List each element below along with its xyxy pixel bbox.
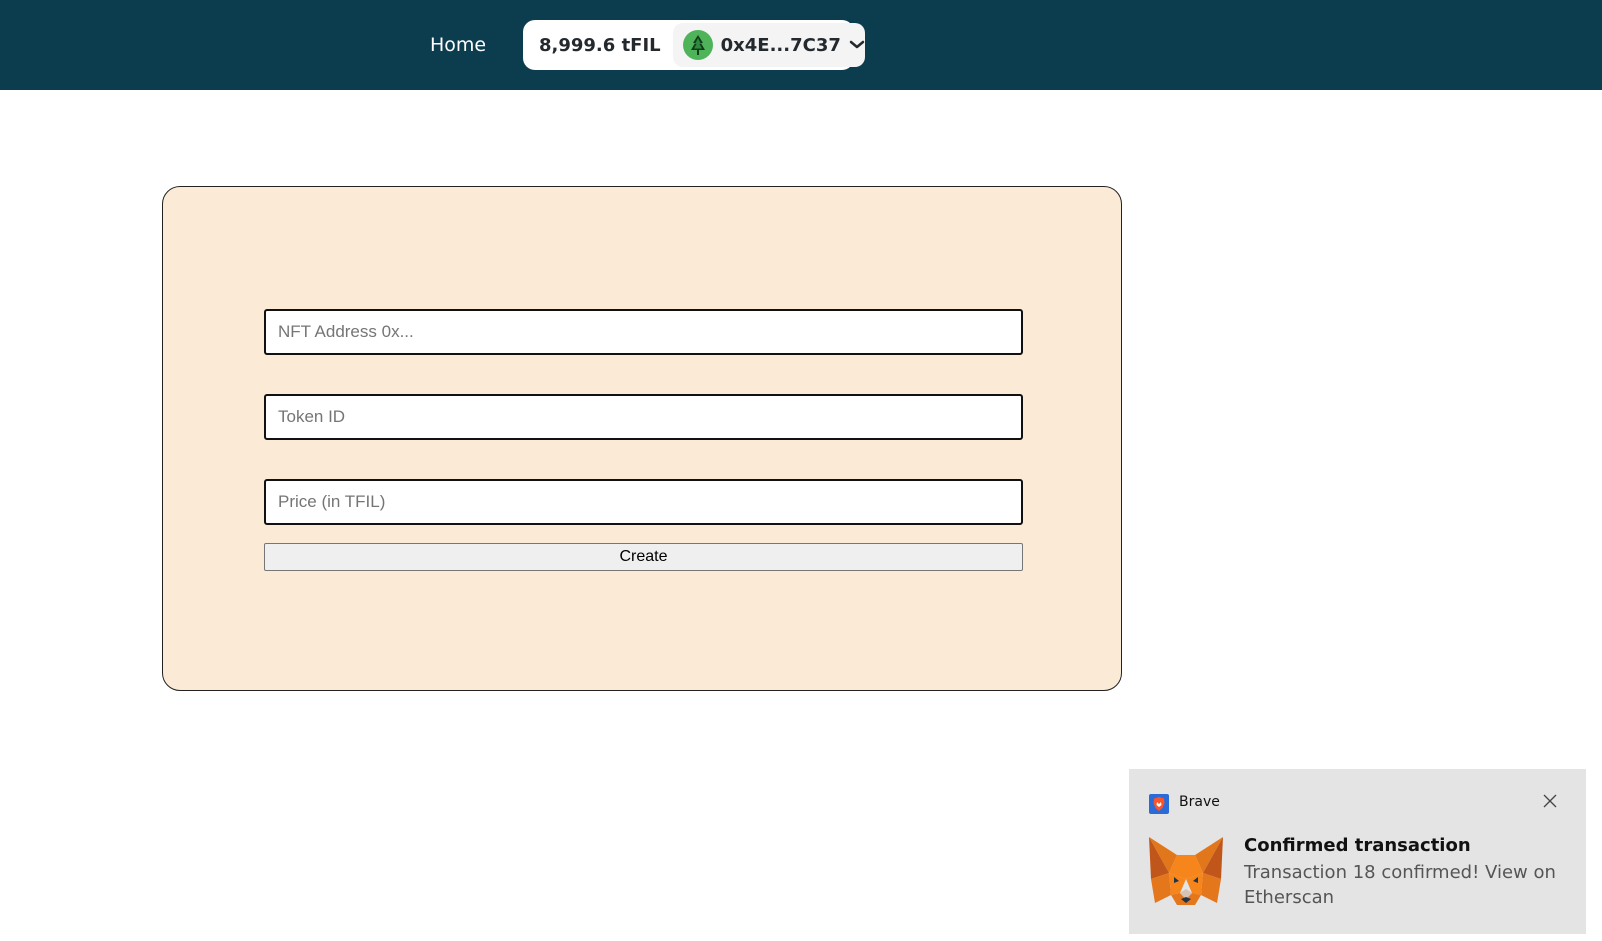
create-button[interactable]: Create xyxy=(264,543,1023,571)
tree-avatar-icon xyxy=(682,30,713,60)
account-chip[interactable]: 0x4E...7C37 xyxy=(672,23,865,67)
chevron-down-icon xyxy=(849,40,865,50)
brave-lion-icon xyxy=(1149,794,1169,814)
token-id-input[interactable] xyxy=(264,394,1023,440)
notification-app-name: Brave xyxy=(1179,794,1220,810)
notification-toast[interactable]: Brave Confirmed transaction Transaction … xyxy=(1129,769,1586,934)
nft-address-input[interactable] xyxy=(264,309,1023,355)
close-icon[interactable] xyxy=(1540,791,1560,811)
top-navigation-bar: Home 8,999.6 tFIL 0x4E...7C37 xyxy=(0,0,1602,90)
nav-home-link[interactable]: Home xyxy=(430,34,486,56)
wallet-address: 0x4E...7C37 xyxy=(720,34,841,56)
create-listing-card: Create xyxy=(162,186,1122,691)
notification-title: Confirmed transaction xyxy=(1244,835,1471,856)
wallet-connect-button[interactable]: 8,999.6 tFIL 0x4E...7C37 xyxy=(523,20,865,70)
wallet-balance: 8,999.6 tFIL xyxy=(539,34,661,56)
metamask-fox-icon xyxy=(1147,833,1225,907)
notification-body: Transaction 18 confirmed! View on Ethers… xyxy=(1244,862,1556,908)
price-input[interactable] xyxy=(264,479,1023,525)
